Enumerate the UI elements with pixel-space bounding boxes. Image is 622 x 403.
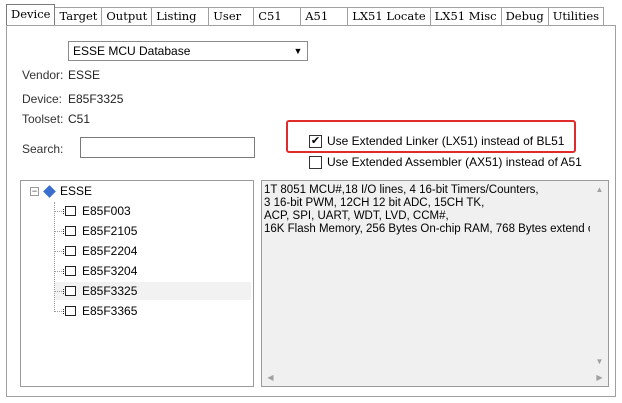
chip-icon <box>63 226 76 236</box>
collapse-icon[interactable]: − <box>30 186 39 196</box>
tree-item-label: E85F003 <box>82 204 131 218</box>
device-label: Device: <box>22 92 63 106</box>
tree-item-label: E85F2105 <box>82 224 138 238</box>
lx51-option-label: Use Extended Linker (LX51) instead of BL… <box>327 134 565 148</box>
tab-user[interactable]: User <box>208 7 255 25</box>
tab-target[interactable]: Target <box>54 7 103 25</box>
tree-item-label: E85F3365 <box>82 304 138 318</box>
ax51-option[interactable]: Use Extended Assembler (AX51) instead of… <box>309 155 582 169</box>
scroll-up-icon[interactable]: ▲ <box>592 182 607 197</box>
device-value: E85F3325 <box>68 92 124 106</box>
device-tree[interactable]: − ESSE E85F003 E85F2105 E85F2204 E85F320… <box>20 180 254 387</box>
tree-root[interactable]: − ESSE <box>30 184 92 198</box>
tab-bar: Device Target Output Listing User C51 A5… <box>6 4 616 25</box>
search-input[interactable] <box>80 137 255 158</box>
chip-icon <box>63 246 76 256</box>
tab-device[interactable]: Device <box>6 4 56 25</box>
toolset-label: Toolset: <box>22 112 64 126</box>
tree-item-label: E85F3325 <box>82 284 138 298</box>
chip-icon <box>63 286 76 296</box>
description-line: 16K Flash Memory, 256 Bytes On-chip RAM,… <box>264 223 590 235</box>
tab-c51[interactable]: C51 <box>253 7 302 25</box>
description-line: 1T 8051 MCU#,18 I/O lines, 4 16-bit Time… <box>264 184 539 196</box>
tree-item[interactable]: E85F2204 <box>55 242 251 260</box>
tab-output[interactable]: Output <box>101 7 153 25</box>
vendor-label: Vendor: <box>22 68 64 82</box>
database-select[interactable]: ESSE MCU Database ▼ <box>68 41 308 61</box>
tree-item[interactable]: E85F2105 <box>55 222 251 240</box>
lx51-checkbox[interactable]: ✔ <box>309 134 322 148</box>
chip-icon <box>63 306 76 316</box>
tree-item[interactable]: E85F3365 <box>55 302 251 320</box>
toolset-value: C51 <box>68 112 91 126</box>
tree-item[interactable]: E85F003 <box>55 202 251 220</box>
device-description[interactable]: 1T 8051 MCU#,18 I/O lines, 4 16-bit Time… <box>261 180 609 387</box>
tree-item-label: E85F3204 <box>82 264 138 278</box>
tab-debug[interactable]: Debug <box>500 7 549 25</box>
ax51-checkbox[interactable] <box>309 155 322 169</box>
tree-root-label: ESSE <box>60 184 93 198</box>
database-select-value: ESSE MCU Database <box>73 44 191 58</box>
ax51-option-label: Use Extended Assembler (AX51) instead of… <box>327 155 582 169</box>
chip-icon <box>63 206 76 216</box>
chip-icon <box>63 266 76 276</box>
horizontal-scrollbar[interactable]: ◀ ▶ <box>262 369 608 386</box>
tree-item-label: E85F2204 <box>82 244 138 258</box>
lx51-option[interactable]: ✔ Use Extended Linker (LX51) instead of … <box>309 134 564 148</box>
tab-lx51-misc[interactable]: LX51 Misc <box>429 7 502 25</box>
scroll-right-icon[interactable]: ▶ <box>592 370 607 385</box>
description-text: 1T 8051 MCU#,18 I/O lines, 4 16-bit Time… <box>264 184 590 236</box>
search-label: Search: <box>22 142 64 156</box>
tab-utilities[interactable]: Utilities <box>547 7 605 25</box>
scroll-left-icon[interactable]: ◀ <box>263 370 278 385</box>
vendor-diamond-icon <box>43 184 56 198</box>
description-line: 3 16-bit PWM, 12CH 12 bit ADC, 15CH TK, <box>264 197 485 209</box>
scroll-down-icon[interactable]: ▼ <box>592 354 607 369</box>
vertical-scrollbar[interactable]: ▲ ▼ <box>591 181 608 370</box>
vendor-value: ESSE <box>68 68 101 82</box>
tab-a51[interactable]: A51 <box>300 7 349 25</box>
tab-listing[interactable]: Listing <box>151 7 210 25</box>
tree-item-selected[interactable]: E85F3325 <box>55 282 251 300</box>
tree-item[interactable]: E85F3204 <box>55 262 251 280</box>
options-dialog: Device Target Output Listing User C51 A5… <box>0 0 622 403</box>
chevron-down-icon[interactable]: ▼ <box>291 44 305 58</box>
tab-lx51-locate[interactable]: LX51 Locate <box>347 7 431 25</box>
description-line: ACP, SPI, UART, WDT, LVD, CCM#, <box>264 210 449 222</box>
